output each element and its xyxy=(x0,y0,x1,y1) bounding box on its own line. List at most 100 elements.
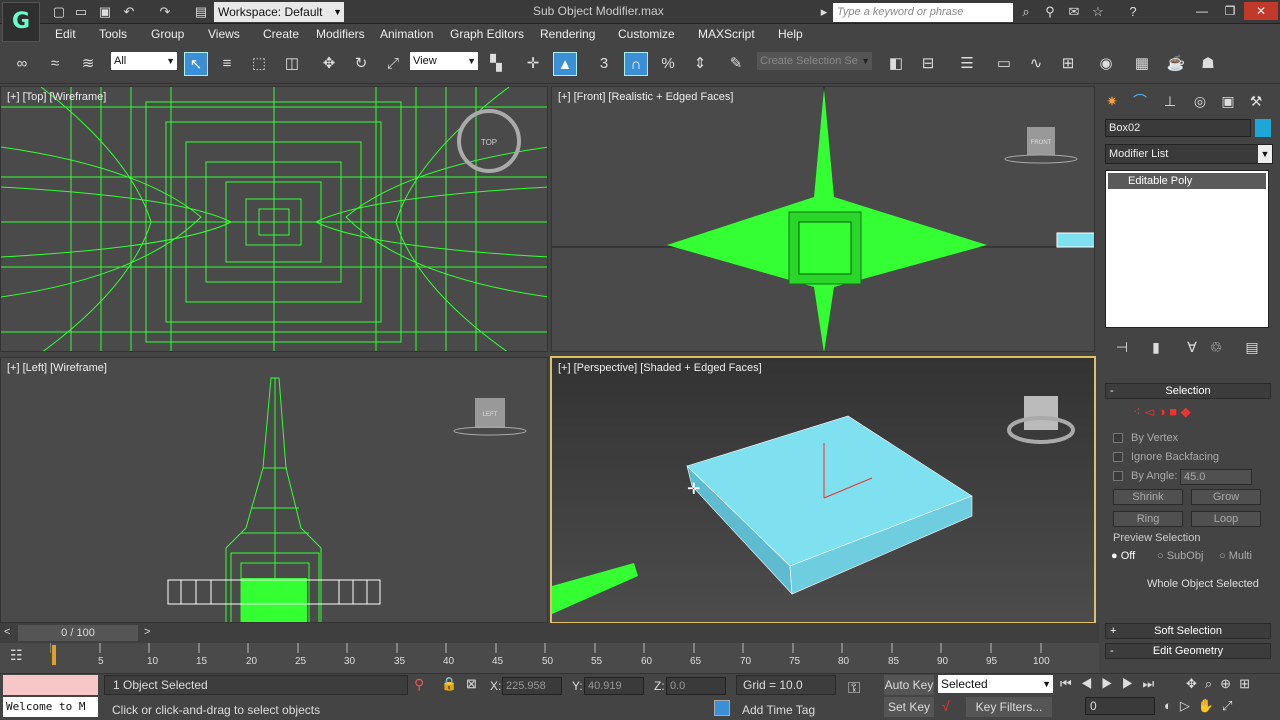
stack-item-editable-poly[interactable]: Editable Poly xyxy=(1108,173,1266,189)
viewcube-top-label[interactable]: TOP xyxy=(481,138,497,147)
viewport-navigation-controls[interactable]: ✥⌕⊕⊞ xyxy=(1186,676,1258,692)
keyboard-shortcut-override-icon[interactable]: ▲ xyxy=(553,52,577,76)
viewport-top[interactable]: [+] [Top] [Wireframe] TOP xyxy=(0,86,548,352)
preview-off-radio[interactable]: ● Off xyxy=(1111,550,1135,562)
rotate-icon[interactable]: ↻ xyxy=(349,52,373,76)
menu-rendering[interactable]: Rendering xyxy=(540,27,595,41)
render-frame-icon[interactable]: ☕ xyxy=(1164,52,1188,76)
mirror-icon[interactable]: ◧ xyxy=(884,52,908,76)
remove-modifier-icon[interactable]: ♲ xyxy=(1205,336,1227,358)
menu-animation[interactable]: Animation xyxy=(380,27,433,41)
menu-create[interactable]: Create xyxy=(263,27,299,41)
add-time-tag-label[interactable]: Add Time Tag xyxy=(742,703,815,717)
isolate-selection-icon[interactable]: ⚲ xyxy=(414,676,424,693)
viewport-top-label[interactable]: [+] [Top] [Wireframe] xyxy=(7,91,106,103)
make-unique-icon[interactable]: ∀ xyxy=(1181,336,1203,358)
by-angle-checkbox[interactable] xyxy=(1113,471,1123,481)
favorites-star-icon[interactable]: ☆ xyxy=(1089,3,1107,21)
communication-icon[interactable]: ✉ xyxy=(1065,3,1083,21)
select-by-name-icon[interactable]: ≡ xyxy=(215,52,239,76)
ring-button[interactable]: Ring xyxy=(1113,511,1183,527)
rectangular-selection-icon[interactable]: ⬚ xyxy=(247,52,271,76)
maximize-button[interactable]: ❐ xyxy=(1216,2,1244,20)
menu-customize[interactable]: Customize xyxy=(618,27,675,41)
motion-panel-icon[interactable]: ◎ xyxy=(1189,90,1211,112)
selection-lock-icon[interactable]: 🔒 xyxy=(441,676,457,692)
key-mode-dropdown[interactable]: Selected ▼ xyxy=(938,675,1053,693)
curve-editor-icon[interactable]: ∿ xyxy=(1024,52,1048,76)
viewport-perspective[interactable]: [+] [Perspective] [Shaded + Edged Faces]… xyxy=(550,356,1096,624)
move-icon[interactable]: ✥ xyxy=(317,52,341,76)
viewport-perspective-label[interactable]: [+] [Perspective] [Shaded + Edged Faces] xyxy=(558,362,762,374)
link-icon[interactable]: ∞ xyxy=(10,52,34,76)
object-color-swatch[interactable] xyxy=(1255,119,1271,137)
bind-space-warp-icon[interactable]: ≋ xyxy=(76,52,100,76)
menu-modifiers[interactable]: Modifiers xyxy=(316,27,365,41)
modify-panel-icon[interactable]: ⌒ xyxy=(1129,90,1151,112)
unlink-icon[interactable]: ≈ xyxy=(43,52,67,76)
y-coord-field[interactable]: 40.919 xyxy=(584,677,644,695)
percent-snap-icon[interactable]: % xyxy=(656,52,680,76)
scroll-arrow-icon[interactable]: ▸ xyxy=(815,3,833,21)
display-panel-icon[interactable]: ▣ xyxy=(1217,90,1239,112)
ignore-backfacing-checkbox[interactable] xyxy=(1113,452,1123,462)
selection-rollout-header[interactable]: - Selection xyxy=(1105,383,1271,399)
soft-selection-rollout-header[interactable]: + Soft Selection xyxy=(1105,623,1271,639)
viewport-front-label[interactable]: [+] [Front] [Realistic + Edged Faces] xyxy=(558,91,733,103)
by-vertex-checkbox[interactable] xyxy=(1113,433,1123,443)
transform-mode-icon[interactable]: ⊠ xyxy=(466,676,477,692)
app-logo-icon[interactable]: G xyxy=(2,2,40,42)
viewport-left[interactable]: [+] [Left] [Wireframe] LEFT xyxy=(0,357,548,623)
time-prev-arrow-icon[interactable]: < xyxy=(4,626,10,638)
loop-button[interactable]: Loop xyxy=(1191,511,1261,527)
align-icon[interactable]: ⊟ xyxy=(916,52,940,76)
key-search-icon[interactable]: ⚲ xyxy=(1041,3,1059,21)
maxscript-listener-input[interactable]: Welcome to M xyxy=(3,697,98,717)
scale-icon[interactable]: ⤢ xyxy=(381,52,405,76)
layer-manager-icon[interactable]: ☰ xyxy=(955,52,979,76)
x-coord-field[interactable]: 225.958 xyxy=(502,677,562,695)
modifier-stack[interactable]: Editable Poly xyxy=(1105,170,1269,328)
menu-views[interactable]: Views xyxy=(208,27,240,41)
set-key-mode-icon[interactable]: ⚿ xyxy=(848,680,860,698)
viewport-navigation-controls-2[interactable]: ◐▷✋⤢ xyxy=(1164,698,1240,714)
menu-edit[interactable]: Edit xyxy=(55,27,76,41)
render-production-icon[interactable]: ☗ xyxy=(1196,52,1220,76)
preview-multi-radio[interactable]: ○ Multi xyxy=(1219,550,1252,562)
z-coord-field[interactable]: 0.0 xyxy=(666,677,726,695)
time-slider-thumb[interactable]: 0 / 100 xyxy=(18,625,138,641)
project-folder-icon[interactable]: ▤ xyxy=(192,3,210,21)
shrink-button[interactable]: Shrink xyxy=(1113,489,1183,505)
utilities-panel-icon[interactable]: ⚒ xyxy=(1245,90,1267,112)
time-slider[interactable]: < 0 / 100 > xyxy=(0,623,1099,643)
track-bar[interactable]: ☷ 5 10 15 20 25 30 35 40 45 50 55 60 65 … xyxy=(0,643,1099,673)
create-panel-icon[interactable]: ✷ xyxy=(1101,90,1123,112)
graphite-ribbon-icon[interactable]: ▭ xyxy=(992,52,1016,76)
menu-group[interactable]: Group xyxy=(151,27,184,41)
select-manipulate-icon[interactable]: ✛ xyxy=(521,52,545,76)
playback-controls[interactable]: ⏮◀▶▶⏭ xyxy=(1060,676,1163,692)
pin-stack-icon[interactable]: ⊣ xyxy=(1111,336,1133,358)
select-object-icon[interactable]: ↖ xyxy=(184,52,208,76)
undo-icon[interactable]: ↶ xyxy=(120,3,138,21)
current-frame-field[interactable]: 0 xyxy=(1085,697,1155,715)
object-name-field[interactable]: Box02 xyxy=(1105,119,1251,137)
save-icon[interactable]: ▣ xyxy=(96,3,114,21)
redo-icon[interactable]: ↷ xyxy=(156,3,174,21)
angle-snap-icon[interactable]: ∩ xyxy=(624,52,648,76)
add-time-tag-icon[interactable] xyxy=(714,700,730,716)
by-angle-spinner[interactable]: 45.0 xyxy=(1180,469,1252,485)
viewport-left-label[interactable]: [+] [Left] [Wireframe] xyxy=(7,362,107,374)
binoculars-icon[interactable]: ⌕ xyxy=(1017,3,1035,21)
open-file-icon[interactable]: ▭ xyxy=(72,3,90,21)
time-next-arrow-icon[interactable]: > xyxy=(144,626,150,638)
search-input[interactable]: Type a keyword or phrase xyxy=(833,3,1013,22)
menu-graph-editors[interactable]: Graph Editors xyxy=(450,27,524,41)
edit-named-selection-icon[interactable]: ✎ xyxy=(724,52,748,76)
close-button[interactable]: ✕ xyxy=(1244,2,1278,20)
show-end-result-icon[interactable]: ▮ xyxy=(1145,336,1167,358)
render-setup-icon[interactable]: ▦ xyxy=(1130,52,1154,76)
named-selection-set-dropdown[interactable]: Create Selection Se xyxy=(757,52,872,70)
material-editor-icon[interactable]: ◉ xyxy=(1094,52,1118,76)
configure-sets-icon[interactable]: ▤ xyxy=(1241,336,1263,358)
